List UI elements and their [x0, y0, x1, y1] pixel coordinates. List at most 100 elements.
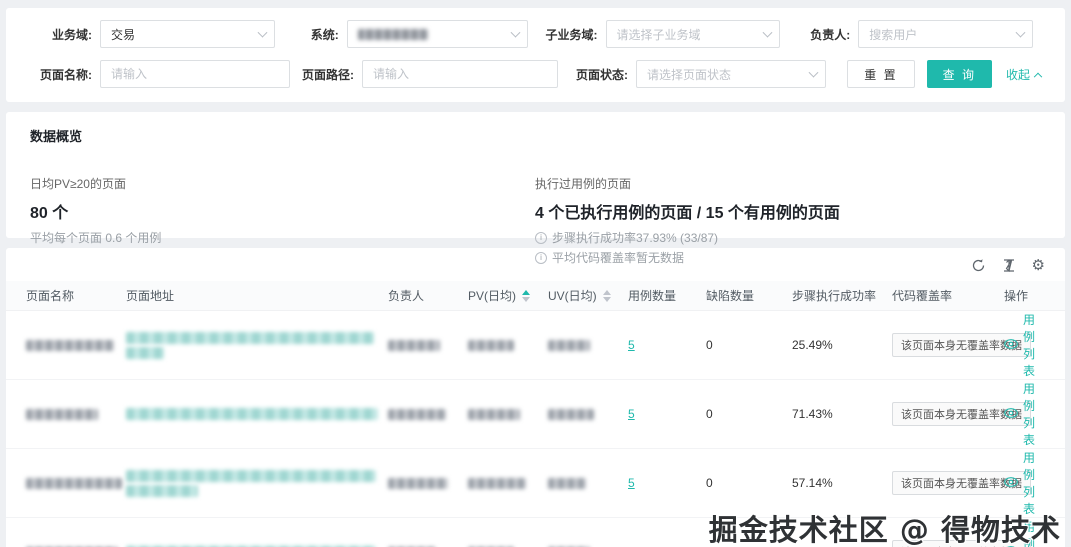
info-icon: i — [535, 231, 547, 244]
redacted-line — [126, 331, 374, 344]
cell-defect-count: 0 — [706, 476, 713, 490]
stat-daily-pv-value: 80 个 — [30, 205, 69, 222]
column-header-label: 页面地址 — [126, 289, 175, 303]
cell-defect-count: 0 — [706, 407, 713, 421]
data-overview-panel: 数据概览 日均PV≥20的页面 80 个 平均每个页面 0.6 个用例 执行过用… — [6, 112, 1065, 265]
reset-button[interactable]: 重 置 — [847, 60, 915, 88]
sort-control[interactable] — [522, 289, 531, 302]
sort-desc-icon — [522, 296, 531, 302]
page-name-input-input[interactable] — [111, 67, 267, 81]
table-body: 5 0 25.49% 该页面本身无覆盖率数据 用例列表 5 0 71.43% 该页面本身无覆盖率… — [6, 311, 1065, 547]
redacted-text — [548, 339, 618, 351]
redacted-line — [548, 477, 586, 489]
cell-actions: 用例列表 — [1004, 449, 1045, 517]
select-placeholder: 搜索用户 — [869, 27, 918, 42]
case-count-link[interactable]: 5 — [628, 476, 635, 490]
cell-page-name — [26, 475, 126, 492]
sub-domain-select[interactable]: 请选择子业务域 — [605, 20, 781, 48]
table-header-row: 页面名称 页面地址 负责人 PV(日均) UV(日均) 用例数量 缺陷数量 步骤执行成功率 代码… — [6, 281, 1065, 311]
filter-field-system-select: 系统: — [283, 20, 528, 48]
cell-actions: 用例列表 — [1004, 518, 1045, 547]
case-count-link[interactable]: 5 — [628, 338, 635, 352]
cell-coverage: 该页面本身无覆盖率数据 — [892, 333, 1031, 357]
cell-page-url[interactable] — [126, 329, 388, 362]
system-select[interactable] — [346, 20, 528, 48]
table-row: 1046.67%该页面本身无覆盖率数据用例列表 — [6, 518, 1065, 547]
page-name-input[interactable] — [100, 60, 290, 88]
cell-actions: 用例列表 — [1004, 311, 1045, 379]
redacted-line — [548, 339, 590, 351]
stat-executed-cases: 执行过用例的页面 4 个已执行用例的页面 / 15 个有用例的页面 i 步骤执行… — [535, 175, 840, 266]
cell-pv — [468, 337, 548, 354]
column-header-label: 负责人 — [388, 289, 425, 303]
stat-note-success-rate-text: 步骤执行成功率37.93% (33/87) — [552, 231, 719, 245]
chevron-down-icon — [510, 27, 520, 38]
cell-uv — [548, 406, 628, 423]
cell-uv — [548, 544, 628, 547]
collapse-toggle[interactable]: 收起 — [1006, 66, 1043, 83]
redacted-text — [126, 331, 378, 359]
redacted-text — [388, 339, 458, 351]
chevron-down-icon — [808, 67, 819, 78]
redacted-value — [357, 28, 428, 40]
redacted-line — [468, 339, 514, 351]
cell-success-rate: 71.43% — [792, 407, 833, 421]
redacted-line — [26, 477, 122, 489]
overview-title: 数据概览 — [30, 129, 83, 144]
cell-pv — [468, 544, 548, 547]
select-value: 交易 — [111, 27, 136, 42]
cell-page-url[interactable] — [126, 405, 388, 423]
redacted-line — [548, 408, 594, 420]
case-count-link[interactable]: 5 — [628, 407, 635, 421]
cell-case-count: 5 — [628, 476, 706, 490]
cell-actions: 用例列表 — [1004, 380, 1045, 448]
stat-note-success-rate: i 步骤执行成功率37.93% (33/87) — [535, 229, 840, 246]
table-row: 5 0 71.43% 该页面本身无覆盖率数据 用例列表 — [6, 380, 1065, 449]
filter-row-2: 页面名称: 页面路径: 页面状态: 请选择页面状态 重 置查 询收起 — [30, 60, 1043, 88]
redacted-line — [126, 469, 376, 482]
chevron-down-icon — [257, 27, 268, 38]
redacted-text — [548, 477, 618, 489]
business-domain-select[interactable]: 交易 — [100, 20, 275, 48]
filter-field-sub-domain-select: 子业务域: 请选择子业务域 — [536, 20, 781, 48]
cell-page-name — [26, 544, 126, 547]
redacted-text — [468, 339, 538, 351]
case-list-link[interactable]: 用例列表 — [1004, 311, 1035, 379]
case-list-link[interactable]: 用例列表 — [1004, 518, 1035, 547]
table-row: 5 0 57.14% 该页面本身无覆盖率数据 用例列表 — [6, 449, 1065, 518]
case-list-link[interactable]: 用例列表 — [1004, 380, 1035, 448]
cell-defect-count: 0 — [706, 338, 713, 352]
filter-label: 业务域: — [52, 27, 92, 42]
chevron-up-icon — [1033, 72, 1043, 82]
column-header-label: 步骤执行成功率 — [792, 289, 877, 303]
column-header-5: UV(日均) — [548, 287, 628, 304]
redacted-line — [26, 408, 98, 420]
column-header-1: 页面名称 — [26, 287, 126, 304]
owner-select[interactable]: 搜索用户 — [858, 20, 1033, 48]
column-header-label: PV(日均) — [468, 289, 517, 303]
cell-coverage: 该页面本身无覆盖率数据 — [892, 402, 1031, 426]
select-placeholder: 请选择页面状态 — [647, 67, 732, 82]
cell-page-name — [26, 337, 126, 354]
search-button[interactable]: 查 询 — [926, 60, 992, 88]
redacted-text — [388, 477, 458, 489]
column-header-10: 操作 — [1004, 287, 1045, 304]
sort-control[interactable] — [602, 289, 611, 302]
page-path-input-input[interactable] — [373, 67, 535, 81]
redacted-text — [26, 339, 116, 351]
column-header-label: 用例数量 — [628, 289, 677, 303]
page-status-select[interactable]: 请选择页面状态 — [636, 60, 826, 88]
cell-page-url[interactable] — [126, 467, 388, 500]
select-placeholder: 请选择子业务域 — [616, 27, 701, 42]
filter-label: 系统: — [310, 27, 339, 42]
cell-owner — [388, 475, 468, 492]
cell-pv — [468, 475, 548, 492]
cell-owner — [388, 406, 468, 423]
cell-page-url[interactable] — [126, 543, 388, 547]
cell-uv — [548, 337, 628, 354]
filter-field-page-path-input: 页面路径: — [298, 60, 558, 88]
column-header-8: 步骤执行成功率 — [792, 287, 892, 304]
sort-asc-icon — [522, 289, 531, 295]
page-path-input[interactable] — [362, 60, 558, 88]
case-list-link[interactable]: 用例列表 — [1004, 449, 1035, 517]
